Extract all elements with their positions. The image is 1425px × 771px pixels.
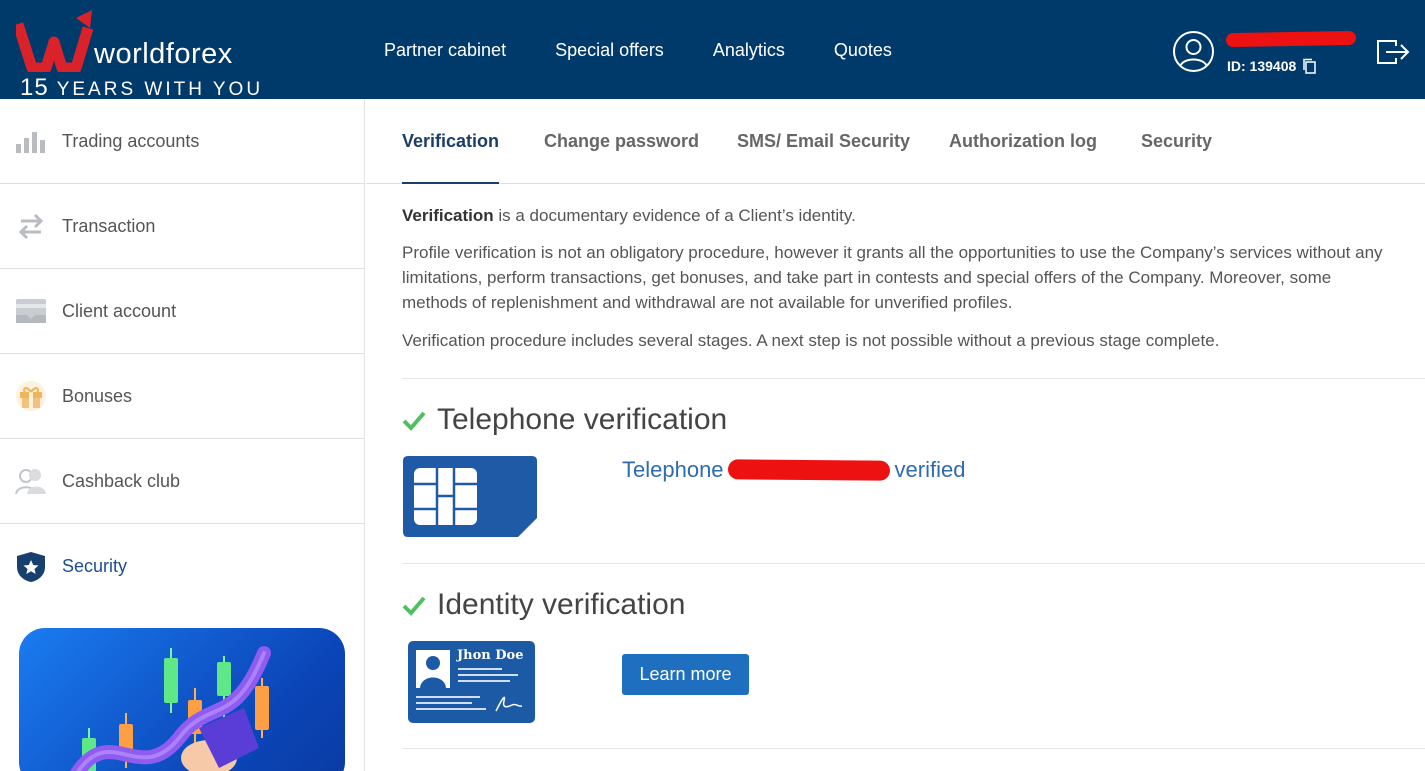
sidebar-item-label: Security (62, 556, 128, 576)
user-id: ID: 139408 (1227, 58, 1317, 74)
redacted-phone-number (727, 459, 890, 481)
sidebar: Trading accounts Transaction Client acco… (0, 99, 365, 771)
telephone-status-prefix: Telephone (622, 457, 724, 482)
settings-tabs: Verification Change password SMS/ Email … (366, 99, 1425, 184)
gift-icon (15, 380, 47, 412)
redacted-username (1225, 30, 1357, 48)
nav-quotes[interactable]: Quotes (834, 40, 892, 61)
check-icon (402, 596, 426, 616)
intro-lead-bold: Verification (402, 206, 494, 225)
intro-stages: Verification procedure includes several … (402, 331, 1220, 350)
tab-authorization-log[interactable]: Authorization log (949, 99, 1097, 184)
sidebar-item-label: Client account (62, 300, 177, 321)
brand-tagline: 15 YEARS WITH YOU (20, 74, 263, 102)
brand-years-number: 15 (20, 74, 49, 101)
nav-partner-cabinet[interactable]: Partner cabinet (384, 40, 506, 61)
identity-verification-heading: Identity verification (402, 588, 685, 622)
transfer-arrows-icon (15, 210, 47, 242)
identity-verification-title: Identity verification (437, 588, 686, 621)
intro-lead: Verification is a documentary evidence o… (402, 203, 1425, 228)
brand-name: worldforex (94, 38, 233, 70)
sidebar-item-transaction[interactable]: Transaction (0, 184, 364, 269)
sidebar-item-trading-accounts[interactable]: Trading accounts (0, 99, 364, 184)
nav-special-offers[interactable]: Special offers (555, 40, 664, 61)
id-card-icon: Jhon Doe (408, 641, 535, 723)
sidebar-item-bonuses[interactable]: Bonuses (0, 354, 364, 439)
brand-years-text: YEARS WITH YOU (56, 79, 264, 100)
sidebar-item-label: Bonuses (62, 385, 133, 406)
tab-security[interactable]: Security (1141, 99, 1212, 184)
copy-icon[interactable] (1302, 58, 1317, 74)
trading-chart-illustration (70, 646, 271, 771)
sidebar-item-label: Transaction (62, 215, 156, 236)
telephone-verification-title: Telephone verification (437, 403, 728, 436)
user-id-text: ID: 139408 (1227, 58, 1297, 74)
learn-more-button[interactable]: Learn more (622, 654, 749, 695)
user-avatar-icon[interactable] (1173, 31, 1214, 72)
worldforex-logo[interactable]: worldforex 15 YEARS WITH YOU (16, 6, 286, 102)
sidebar-item-label: Trading accounts (62, 130, 200, 151)
verification-intro: Verification is a documentary evidence o… (402, 184, 1425, 353)
sim-card-icon (403, 456, 537, 537)
tab-change-password[interactable]: Change password (544, 99, 699, 184)
promo-banner[interactable] (19, 628, 345, 771)
logo-w-icon (16, 10, 94, 72)
telephone-verification-heading: Telephone verification (402, 403, 727, 437)
sidebar-item-cashback-club[interactable]: Cashback club (0, 439, 364, 524)
section-divider (402, 378, 1425, 379)
intro-description: Profile verification is not an obligator… (402, 243, 1383, 312)
logout-icon[interactable] (1376, 38, 1410, 66)
telephone-status: Telephone verified (622, 457, 965, 483)
tab-sms-email-security[interactable]: SMS/ Email Security (737, 99, 910, 184)
sidebar-item-label: Cashback club (62, 470, 181, 491)
nav-analytics[interactable]: Analytics (713, 40, 785, 61)
bar-chart-icon (15, 125, 47, 157)
id-card-name: Jhon Doe (457, 648, 524, 663)
top-header: worldforex 15 YEARS WITH YOU Partner cabi… (0, 0, 1425, 102)
main-nav: Partner cabinet Special offers Analytics… (384, 40, 892, 61)
intro-lead-rest: is a documentary evidence of a Client’s … (493, 206, 856, 225)
section-divider (402, 563, 1425, 564)
sidebar-item-client-account[interactable]: Client account (0, 269, 364, 354)
sidebar-item-security[interactable]: Security (0, 524, 364, 609)
shield-star-icon (15, 551, 47, 583)
users-icon (15, 465, 47, 497)
wallet-icon (15, 295, 47, 327)
tab-verification[interactable]: Verification (402, 99, 500, 184)
telephone-status-suffix: verified (894, 457, 966, 482)
check-icon (402, 411, 426, 431)
section-divider (402, 748, 1425, 749)
